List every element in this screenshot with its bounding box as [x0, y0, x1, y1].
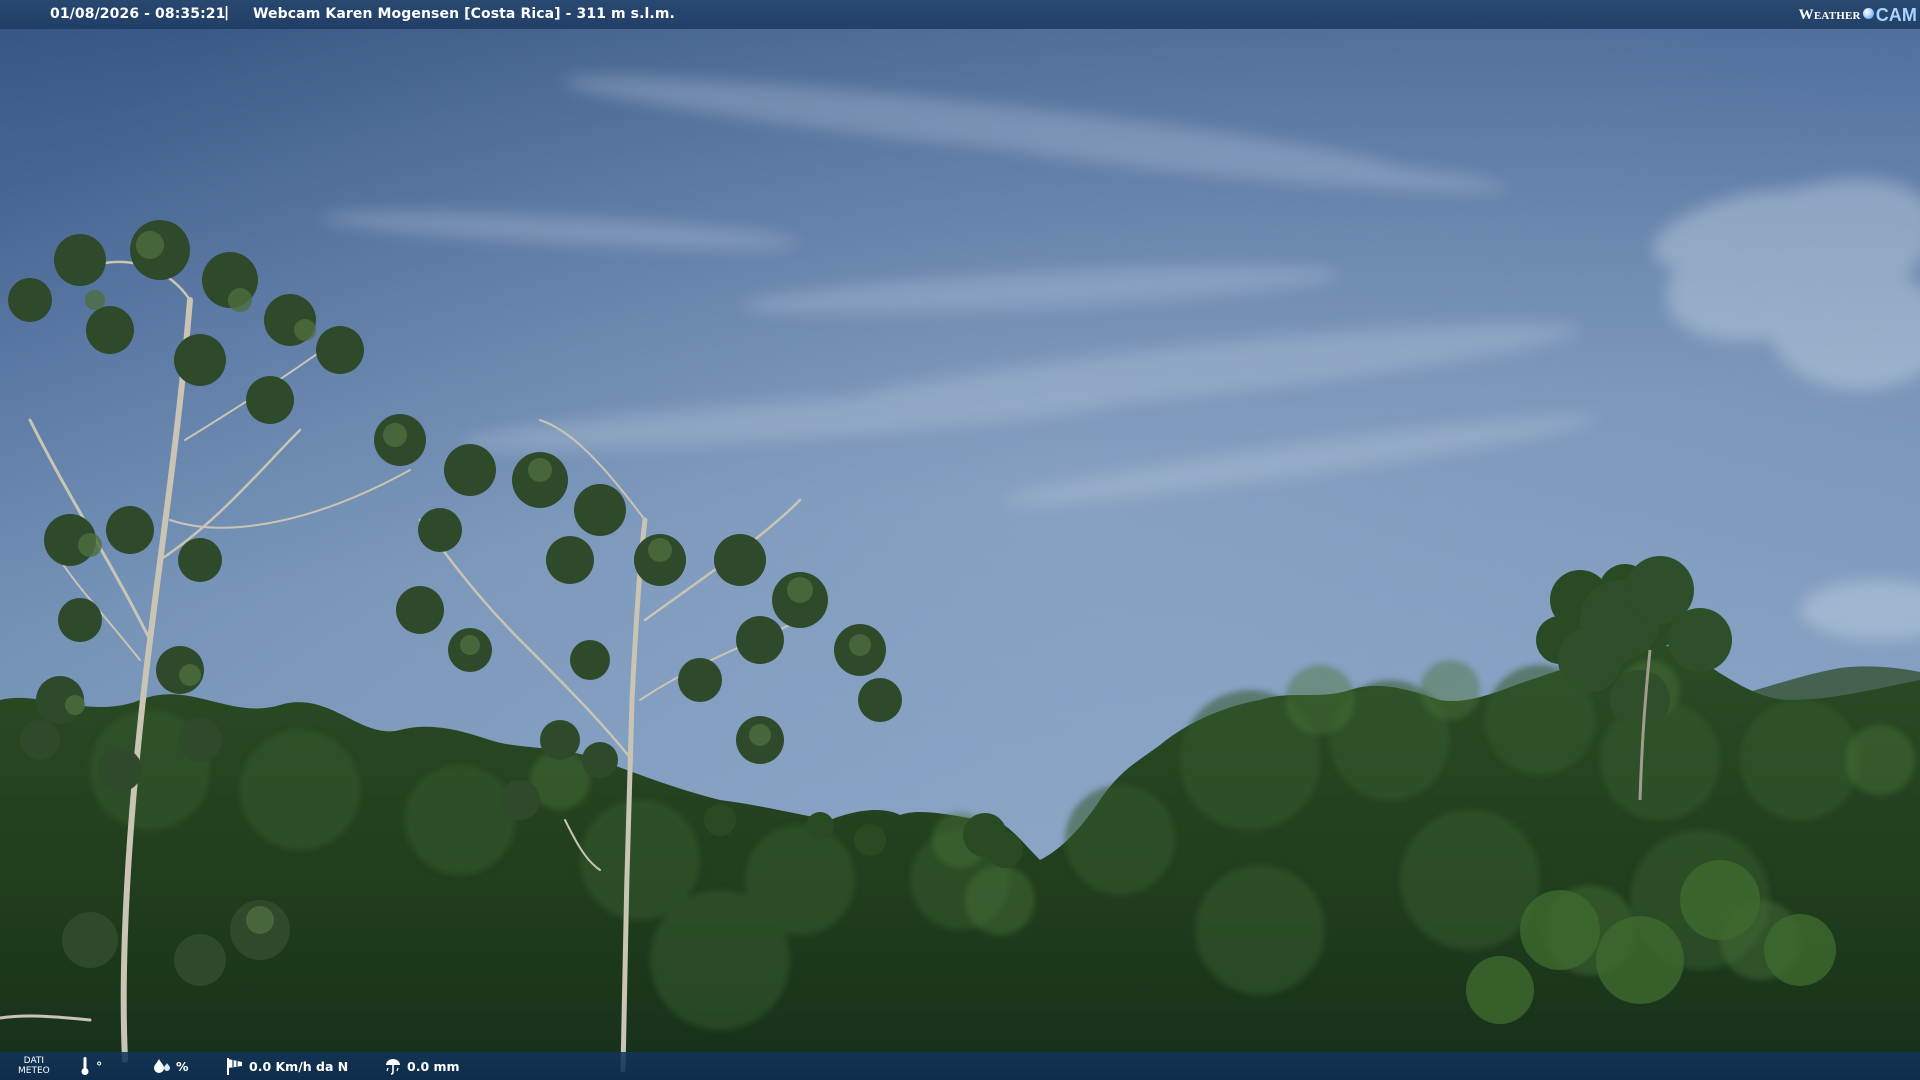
- logo-weather-text: Weather: [1798, 6, 1861, 23]
- weathercam-logo: Weather CAM: [1799, 4, 1917, 26]
- wind-speed-direction: 0.0 Km/h da N: [249, 1058, 349, 1074]
- temperature-reading: °: [80, 1052, 102, 1080]
- capture-timestamp: 01/08/2026 - 08:35:21: [50, 6, 226, 22]
- thermometer-icon: [80, 1056, 90, 1076]
- webcam-view: 01/08/2026 - 08:35:21 | Webcam Karen Mog…: [0, 0, 1920, 1080]
- humidity-unit: %: [176, 1058, 189, 1074]
- temperature-unit: °: [96, 1058, 103, 1074]
- humidity-reading: %: [152, 1052, 189, 1080]
- rain-amount: 0.0 mm: [407, 1058, 460, 1074]
- wind-reading: 0.0 Km/h da N: [225, 1052, 348, 1080]
- weather-data-label-line1: DATI: [23, 1056, 45, 1066]
- logo-cam-text: CAM: [1875, 4, 1917, 25]
- rain-reading: 0.0 mm: [383, 1052, 460, 1080]
- humidity-drops-icon: [152, 1057, 172, 1075]
- weather-data-label: DATI METEO: [18, 1052, 50, 1080]
- wind-sock-icon: [225, 1056, 245, 1076]
- weather-data-bar: DATI METEO ° % 0.0 Km/h da N 0.0 mm: [0, 1052, 1920, 1080]
- webcam-caption-bar: 01/08/2026 - 08:35:21 | Webcam Karen Mog…: [0, 0, 1920, 29]
- camera-title: Webcam Karen Mogensen [Costa Rica] - 311…: [253, 6, 675, 22]
- webcam-scene-image: [0, 0, 1920, 1080]
- logo-globe-icon: [1862, 7, 1874, 19]
- weather-data-label-line2: METEO: [18, 1066, 50, 1076]
- caption-separator: |: [224, 5, 230, 21]
- rain-gauge-icon: [383, 1057, 403, 1075]
